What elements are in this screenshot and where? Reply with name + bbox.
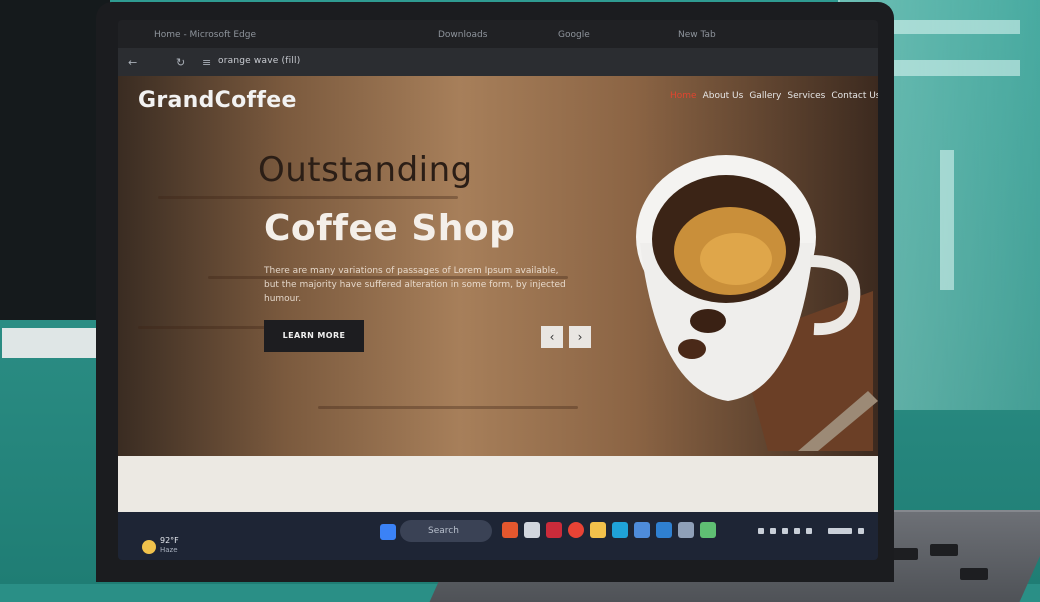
tray-icon[interactable] (782, 528, 788, 534)
browser-tab[interactable]: New Tab (678, 26, 716, 44)
browser-tab[interactable]: Home - Microsoft Edge (154, 26, 256, 44)
folder-icon[interactable] (590, 522, 606, 538)
chrome-icon[interactable] (568, 522, 584, 538)
glass-stripe (940, 150, 954, 290)
nav-about-us[interactable]: About Us (703, 91, 744, 101)
refresh-icon[interactable]: ↻ (176, 56, 185, 69)
taskbar-search[interactable]: Search (400, 520, 492, 542)
main-nav: Home About Us Gallery Services Contact U… (670, 91, 878, 101)
nav-services[interactable]: Services (787, 91, 825, 101)
brand-logo[interactable]: GrandCoffee (138, 88, 297, 113)
address-bar: ← ↻ ≡ orange wave (fill) (118, 48, 878, 76)
keyboard-key (960, 568, 988, 580)
background-monitor (0, 0, 110, 320)
notification-icon[interactable] (858, 528, 864, 534)
back-arrow-icon[interactable]: ← (128, 56, 137, 69)
edge-icon[interactable] (612, 522, 628, 538)
nav-gallery[interactable]: Gallery (749, 91, 781, 101)
clock[interactable] (828, 528, 852, 534)
hero-description: There are many variations of passages of… (264, 266, 566, 304)
site-info-icon[interactable]: ≡ (202, 56, 211, 69)
hero-title: Coffee Shop (264, 208, 516, 249)
weather-sun-icon[interactable] (142, 540, 156, 554)
hero-subtitle: Outstanding (258, 150, 473, 190)
windows-taskbar: 92°F Haze Search (118, 512, 878, 560)
browser-tab-bar: Home - Microsoft Edge Downloads Google N… (118, 20, 878, 48)
app-icon[interactable] (634, 522, 650, 538)
weather-condition[interactable]: Haze (160, 546, 178, 554)
slider-next-button[interactable]: › (569, 326, 591, 348)
app-icon[interactable] (700, 522, 716, 538)
nav-contact-us[interactable]: Contact Us (831, 91, 878, 101)
wifi-icon[interactable] (794, 528, 800, 534)
system-tray (758, 524, 868, 538)
weather-temperature[interactable]: 92°F (160, 536, 179, 545)
settings-icon[interactable] (678, 522, 694, 538)
nav-home[interactable]: Home (670, 91, 697, 101)
app-icon[interactable] (524, 522, 540, 538)
browser-tab[interactable]: Google (558, 26, 590, 44)
coffee-cup-illustration (636, 155, 878, 451)
app-icon[interactable] (546, 522, 562, 538)
keyboard-key (930, 544, 958, 556)
volume-icon[interactable] (806, 528, 812, 534)
laptop-screen: Home - Microsoft Edge Downloads Google N… (118, 20, 878, 560)
keyboard-key (890, 548, 918, 560)
coffee-cup-image (618, 151, 878, 451)
slider-prev-button[interactable]: ‹ (541, 326, 563, 348)
tray-icon[interactable] (770, 528, 776, 534)
tray-icon[interactable] (758, 528, 764, 534)
wood-grain (158, 196, 458, 199)
browser-tab[interactable]: Downloads (438, 26, 487, 44)
wood-grain (318, 406, 578, 409)
start-menu-icon[interactable] (380, 524, 396, 540)
url-field[interactable]: orange wave (fill) (218, 56, 300, 66)
vscode-icon[interactable] (656, 522, 672, 538)
page-below-hero (118, 456, 878, 512)
learn-more-button[interactable]: LEARN MORE (264, 320, 364, 352)
app-icon[interactable] (502, 522, 518, 538)
